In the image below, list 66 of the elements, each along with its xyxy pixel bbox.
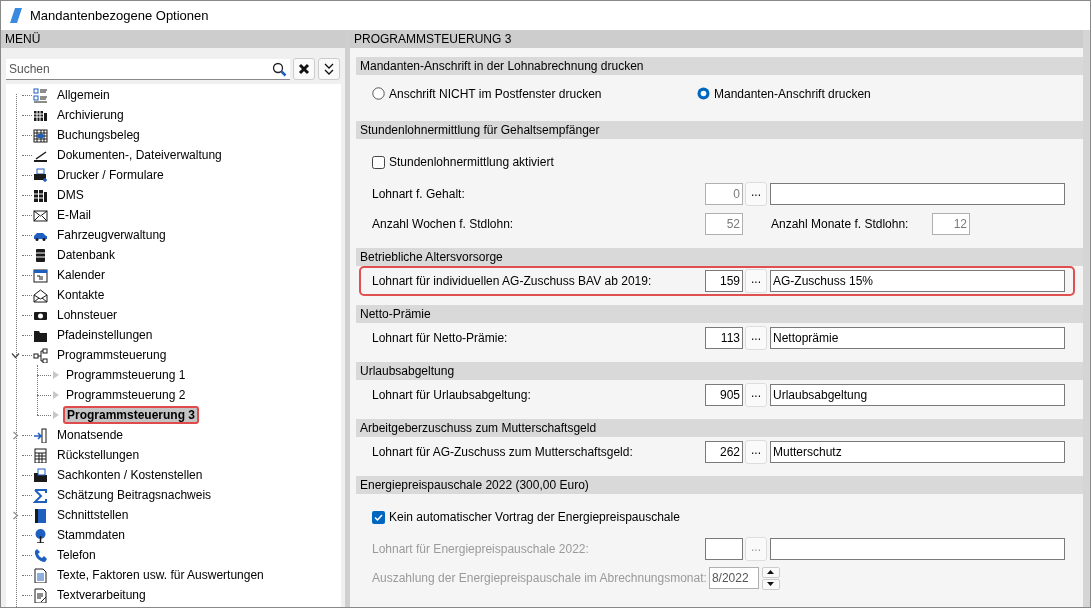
number-field[interactable]: 12	[932, 213, 970, 235]
description-field[interactable]: AG-Zuschuss 15%	[770, 270, 1065, 292]
menu-item[interactable]: Buchungsbeleg	[54, 127, 143, 143]
lookup-button[interactable]: ...	[745, 269, 767, 293]
menu-item[interactable]: Texte, Faktoren usw. für Auswertungen	[54, 567, 267, 583]
menu-item[interactable]: Programmsteuerung	[54, 347, 170, 363]
menu-item[interactable]: Schätzung Beitragsnachweis	[54, 487, 215, 503]
description-field[interactable]: Mutterschutz	[770, 441, 1065, 463]
menu-item[interactable]: Allgemein	[54, 87, 113, 103]
checkbox-label[interactable]: Kein automatischer Vortrag der Energiepreispauschale	[389, 510, 680, 524]
checkbox-label[interactable]: Stundenlohnermittlung aktiviert	[389, 155, 554, 169]
lookup-button[interactable]: ...	[745, 182, 767, 206]
field-label: Lohnart f. Gehalt:	[372, 187, 466, 201]
menu-item[interactable]: DMS	[54, 187, 87, 203]
menu-item[interactable]: Kalender	[54, 267, 109, 283]
lookup-button[interactable]: ...	[745, 326, 767, 350]
section-header: Mandanten-Anschrift in der Lohnabrechnung drucken	[356, 57, 1083, 75]
menu-item[interactable]: Fahrzeugverwaltung	[54, 227, 169, 243]
radio-label[interactable]: Anschrift NICHT im Postfenster drucken	[389, 86, 602, 101]
menu-item[interactable]: Drucker / Formulare	[54, 167, 167, 183]
menu-item[interactable]: Dokumenten-, Dateiverwaltung	[54, 147, 225, 163]
menu-header: MENÜ	[1, 30, 345, 48]
field-label: Lohnart für AG-Zuschuss zum Mutterschaftsgeld:	[372, 445, 634, 459]
field-label: Auszahlung der Energiepreispauschale im Abrechnungsmonat:	[372, 571, 708, 585]
menu-item[interactable]: Archivierung	[54, 107, 127, 123]
menu-item[interactable]: Telefon	[54, 547, 99, 563]
menu-item[interactable]: Datenbank	[54, 247, 119, 263]
section-header: Netto-Prämie	[356, 305, 1083, 323]
field-label: Anzahl Wochen f. Stdlohn:	[372, 217, 515, 231]
menu-item[interactable]: Programmsteuerung 1	[63, 367, 189, 383]
menu-item[interactable]: Programmsteuerung 2	[63, 387, 189, 403]
code-field[interactable]: 905	[705, 384, 743, 406]
description-field[interactable]: Nettoprämie	[770, 327, 1065, 349]
menu-item[interactable]: Kontakte	[54, 287, 108, 303]
number-field[interactable]: 52	[705, 213, 743, 235]
menu-item[interactable]: Schnittstellen	[54, 507, 132, 523]
code-field[interactable]: 262	[705, 441, 743, 463]
section-header: Stundenlohnermittlung für Gehaltsempfänger	[356, 121, 1083, 139]
section-header: Energiepreispauschale 2022 (300,00 Euro)	[356, 476, 1083, 494]
menu-item[interactable]: Pfadeinstellungen	[54, 327, 156, 343]
lookup-button[interactable]: ...	[745, 440, 767, 464]
menu-item[interactable]: Monatsende	[54, 427, 127, 443]
search-field[interactable]: Suchen	[6, 58, 290, 80]
field-label: Anzahl Monate f. Stdlohn:	[771, 217, 910, 231]
section-header: Betriebliche Altersvorsorge	[356, 248, 1083, 266]
description-field[interactable]: Urlaubsabgeltung	[770, 384, 1065, 406]
section-header: Urlaubsabgeltung	[356, 362, 1083, 380]
menu-item[interactable]: Rückstellungen	[54, 447, 143, 463]
code-field[interactable]: 159	[705, 270, 743, 292]
code-field[interactable]: 0	[705, 183, 743, 205]
field-label: Lohnart für Urlaubsabgeltung:	[372, 388, 532, 402]
code-field[interactable]: 113	[705, 327, 743, 349]
menu-item[interactable]: Textverarbeitung	[54, 587, 149, 603]
panel-header: PROGRAMMSTEUERUNG 3	[350, 30, 1083, 48]
section-header: Arbeitgeberzuschuss zum Mutterschaftsgeld	[356, 419, 1083, 437]
menu-item[interactable]: Sachkonten / Kostenstellen	[54, 467, 206, 483]
lookup-button[interactable]: ...	[745, 383, 767, 407]
menu-item[interactable]: Lohnsteuer	[54, 307, 121, 323]
window-title: Mandantenbezogene Optionen	[30, 8, 209, 23]
field-label: Lohnart für Energiepreispauschale 2022:	[372, 542, 590, 556]
field-label: Lohnart für individuellen AG-Zuschuss BAV ab 2019:	[372, 274, 653, 288]
field-label: Lohnart für Netto-Prämie:	[372, 331, 509, 345]
menu-item[interactable]: Programmsteuerung 3	[63, 406, 200, 424]
menu-item[interactable]: Stammdaten	[54, 527, 129, 543]
menu-item[interactable]: E-Mail	[54, 207, 94, 223]
radio-label[interactable]: Mandanten-Anschrift drucken	[714, 86, 871, 101]
